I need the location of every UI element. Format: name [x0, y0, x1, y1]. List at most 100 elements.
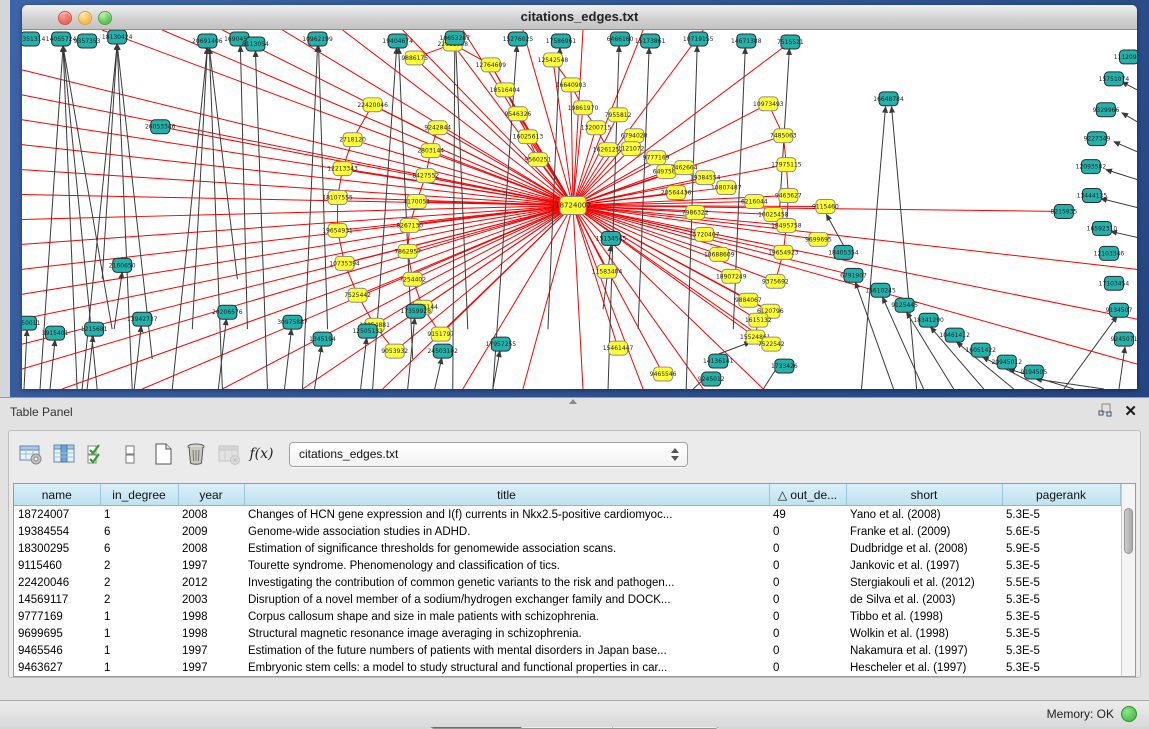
graph-node[interactable]: 24503102 [427, 344, 458, 358]
table-cell[interactable]: 5.3E-5 [1002, 659, 1120, 676]
table-row[interactable]: 1938455462009Genome-wide association stu… [14, 523, 1120, 540]
table-cell[interactable]: 2 [100, 574, 178, 591]
graph-node[interactable]: 9194505 [1020, 365, 1047, 379]
table-cell[interactable]: 5.6E-5 [1002, 523, 1120, 540]
table-cell[interactable]: 5.5E-5 [1002, 574, 1120, 591]
graph-node[interactable]: 12542548 [538, 53, 569, 67]
graph-node[interactable]: 9560251 [525, 153, 552, 167]
table-cell[interactable]: 0 [769, 591, 846, 608]
graph-node[interactable]: 1350011 [22, 316, 41, 330]
table-cell[interactable]: 2008 [178, 540, 244, 557]
table-cell[interactable]: Structural magnetic resonance image aver… [244, 625, 769, 642]
graph-node[interactable]: 10735394 [329, 256, 360, 270]
table-row[interactable]: 911546021997Tourette syndrome. Phenomeno… [14, 557, 1120, 574]
graph-node[interactable]: 14671388 [731, 34, 762, 48]
graph-node[interactable]: 1121072 [618, 142, 645, 156]
column-header[interactable]: title [244, 484, 769, 506]
graph-node[interactable]: 19654931 [322, 223, 353, 237]
graph-node[interactable]: 20206576 [212, 305, 243, 319]
graph-node[interactable]: 18516404 [490, 83, 521, 97]
table-cell[interactable]: 1998 [178, 625, 244, 642]
graph-node[interactable]: 9699695 [805, 232, 832, 246]
graph-node[interactable]: 9886175 [401, 51, 428, 65]
graph-node[interactable]: 14055724 [46, 32, 77, 46]
table-cell[interactable]: 2009 [178, 523, 244, 540]
graph-node[interactable]: 11120947 [1114, 50, 1137, 64]
graph-node[interactable]: 17957255 [486, 337, 517, 351]
graph-node[interactable]: 2160650 [109, 258, 136, 272]
close-panel-icon[interactable]: ✕ [1124, 402, 1137, 422]
table-cell[interactable]: 1 [100, 625, 178, 642]
table-cell[interactable]: 2 [100, 591, 178, 608]
table-cell[interactable]: Tourette syndrome. Phenomenology and cla… [244, 557, 769, 574]
table-mode-icon[interactable] [17, 441, 44, 468]
graph-node[interactable]: 13942737 [127, 312, 158, 326]
function-builder-icon[interactable]: f(x) [248, 441, 275, 468]
graph-node[interactable]: 7525442 [344, 288, 371, 302]
table-cell[interactable]: 18300295 [14, 540, 100, 557]
table-cell[interactable]: Yano et al. (2008) [846, 506, 1002, 524]
graph-node[interactable]: 9053932 [381, 344, 408, 358]
table-cell[interactable]: 0 [769, 557, 846, 574]
column-header[interactable]: △ out_de... [769, 484, 846, 506]
table-cell[interactable]: Genome-wide association studies in ADHD. [244, 523, 769, 540]
show-hide-columns-icon[interactable] [50, 441, 77, 468]
table-cell[interactable]: 0 [769, 659, 846, 676]
graph-node[interactable]: 12093582 [1076, 160, 1107, 174]
table-cell[interactable]: 6 [100, 523, 178, 540]
graph-node[interactable]: 18107555 [322, 191, 353, 205]
graph-node[interactable]: 18724007 [555, 197, 591, 215]
graph-node[interactable]: 17103454 [1099, 276, 1130, 290]
graph-node[interactable]: 16592310 [1087, 221, 1118, 235]
graph-node[interactable]: 19861970 [568, 101, 599, 115]
graph-node[interactable]: 8113054 [242, 37, 269, 51]
graph-node[interactable]: 10807487 [711, 181, 742, 195]
table-cell[interactable]: 2 [100, 557, 178, 574]
graph-node[interactable]: 20351314 [22, 32, 45, 46]
graph-node[interactable]: 16025613 [513, 130, 544, 144]
table-cell[interactable]: Jankovic et al. (1997) [846, 557, 1002, 574]
table-cell[interactable]: 1997 [178, 659, 244, 676]
table-cell[interactable]: 2012 [178, 574, 244, 591]
graph-node[interactable]: 7462664 [671, 161, 698, 175]
graph-node[interactable]: 16640903 [556, 78, 587, 92]
table-cell[interactable]: 9463627 [14, 659, 100, 676]
graph-node[interactable]: 18405354 [828, 245, 859, 259]
graph-node[interactable]: 6794028 [621, 129, 648, 143]
table-cell[interactable]: 0 [769, 574, 846, 591]
table-cell[interactable]: 5.3E-5 [1002, 591, 1120, 608]
graph-node[interactable]: 20691406 [192, 34, 223, 48]
network-window[interactable]: citations_edges.txt 18724007924284428031… [22, 5, 1137, 389]
table-cell[interactable]: Estimation of significance thresholds fo… [244, 540, 769, 557]
graph-node[interactable]: 26053346 [145, 120, 176, 134]
table-selector-dropdown[interactable]: citations_edges.txt [289, 442, 688, 467]
table-cell[interactable]: 2008 [178, 506, 244, 524]
table-row[interactable]: 946362711997Embryonic stem cells: a mode… [14, 659, 1120, 676]
table-cell[interactable]: 9777169 [14, 608, 100, 625]
table-cell[interactable]: Estimation of the future numbers of pati… [244, 642, 769, 659]
graph-node[interactable]: 9125445 [891, 298, 918, 312]
graph-node[interactable]: 10719155 [683, 32, 714, 46]
table-cell[interactable]: 5.3E-5 [1002, 557, 1120, 574]
table-cell[interactable]: Embryonic stem cells: a model to study s… [244, 659, 769, 676]
graph-node[interactable]: 1345194 [309, 332, 336, 346]
graph-node[interactable]: 12764609 [476, 58, 507, 72]
table-cell[interactable]: 5.3E-5 [1002, 506, 1120, 524]
table-cell[interactable]: 0 [769, 642, 846, 659]
table-row[interactable]: 946554611997Estimation of the future num… [14, 642, 1120, 659]
table-cell[interactable]: Nakamura et al. (1997) [846, 642, 1002, 659]
graph-node[interactable]: 6791907 [840, 268, 867, 282]
graph-node[interactable]: 30975887 [277, 315, 308, 329]
graph-node[interactable]: 7986322 [682, 206, 709, 220]
graph-node[interactable]: 9134507 [1106, 303, 1133, 317]
table-cell[interactable]: Hescheler et al. (1997) [846, 659, 1002, 676]
table-cell[interactable]: 0 [769, 523, 846, 540]
table-row[interactable]: 969969511998Structural magnetic resonanc… [14, 625, 1120, 642]
graph-node[interactable]: 9463627 [775, 189, 802, 203]
graph-node[interactable]: 9115460 [812, 200, 839, 214]
graph-node[interactable]: 7522542 [758, 337, 785, 351]
graph-node[interactable]: 9245012 [698, 372, 725, 386]
table-cell[interactable]: Stergiakouli et al. (2012) [846, 574, 1002, 591]
table-vertical-scrollbar[interactable] [1121, 484, 1136, 676]
table-row[interactable]: 1830029562008Estimation of significance … [14, 540, 1120, 557]
